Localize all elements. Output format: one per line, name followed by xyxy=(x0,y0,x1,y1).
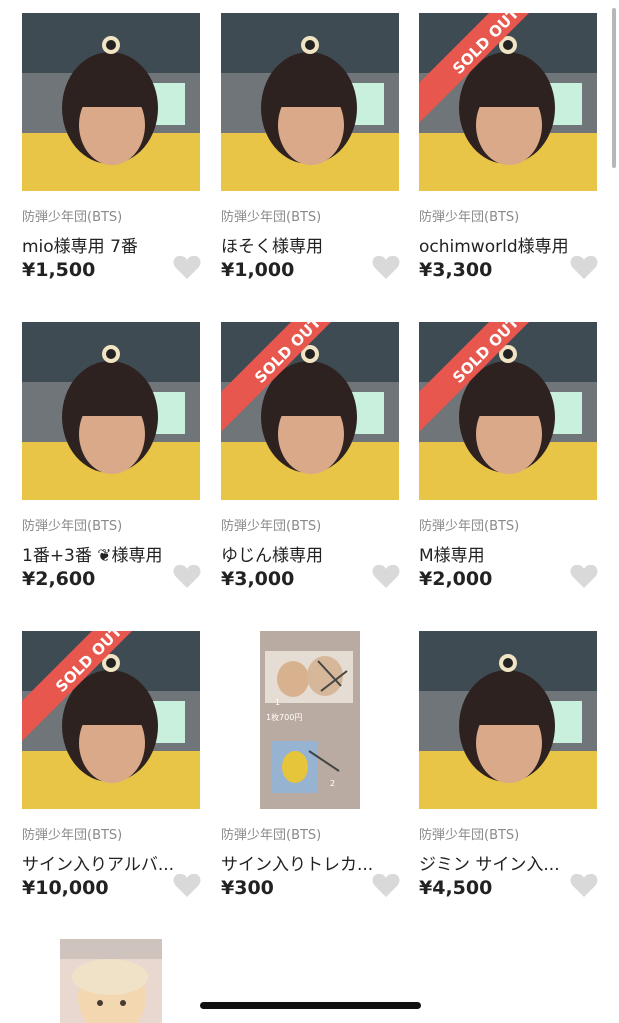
photocard-photo: 1 1枚700円 2 xyxy=(221,631,399,809)
product-photo xyxy=(22,631,200,809)
heart-outline-icon[interactable] xyxy=(172,253,202,281)
product-price: ¥300 xyxy=(221,877,274,899)
product-card[interactable]: SOLD OUT 防弾少年団(BTS) ほそく様専用 ¥1,000 xyxy=(199,0,400,300)
product-thumbnail[interactable]: SOLD OUT xyxy=(221,13,399,191)
partial-next-product-thumbnail[interactable] xyxy=(60,939,162,1023)
product-brand: 防弾少年団(BTS) xyxy=(419,519,520,534)
product-thumbnail[interactable]: SOLD OUT xyxy=(419,631,597,809)
photocard-number-1: 1 xyxy=(275,698,280,707)
heart-outline-icon[interactable] xyxy=(569,562,599,590)
product-photo xyxy=(22,322,200,500)
scrollbar[interactable] xyxy=(612,8,616,168)
product-brand: 防弾少年団(BTS) xyxy=(221,519,322,534)
photocard-number-2: 2 xyxy=(330,779,335,788)
photocard-price-note: 1枚700円 xyxy=(266,712,302,722)
heart-outline-icon[interactable] xyxy=(172,871,202,899)
product-brand: 防弾少年団(BTS) xyxy=(22,519,123,534)
product-thumbnail[interactable]: SOLD OUT xyxy=(419,322,597,500)
home-indicator[interactable] xyxy=(200,1002,421,1009)
product-brand: 防弾少年団(BTS) xyxy=(22,828,123,843)
product-brand: 防弾少年団(BTS) xyxy=(419,828,520,843)
product-thumbnail[interactable]: 1 1枚700円 2 xyxy=(221,631,399,809)
product-price: ¥1,500 xyxy=(22,259,96,281)
product-price: ¥1,000 xyxy=(221,259,295,281)
heart-outline-icon[interactable] xyxy=(172,562,202,590)
product-card[interactable]: SOLD OUT 防弾少年団(BTS) ochimworld様専用 ¥3,300 xyxy=(397,0,599,300)
product-card[interactable]: 1 1枚700円 2 防弾少年団(BTS) サイン入りトレカ... ¥300 xyxy=(199,618,400,918)
product-price: ¥2,000 xyxy=(419,568,493,590)
product-brand: 防弾少年団(BTS) xyxy=(221,210,322,225)
product-thumbnail[interactable]: SOLD OUT xyxy=(22,631,200,809)
product-brand: 防弾少年団(BTS) xyxy=(22,210,123,225)
product-grid: SOLD OUT 防弾少年団(BTS) mio様専用 7番 ¥1,500 xyxy=(0,0,619,1023)
product-photo xyxy=(221,322,399,500)
product-price: ¥2,600 xyxy=(22,568,96,590)
product-brand: 防弾少年団(BTS) xyxy=(221,828,322,843)
product-card[interactable]: SOLD OUT 防弾少年団(BTS) 1番+3番 ❦様専用 ¥2,600 xyxy=(0,309,202,609)
product-price: ¥3,000 xyxy=(221,568,295,590)
product-thumbnail[interactable]: SOLD OUT xyxy=(22,13,200,191)
product-thumbnail[interactable]: SOLD OUT xyxy=(419,13,597,191)
product-photo xyxy=(221,13,399,191)
product-card[interactable]: SOLD OUT 防弾少年団(BTS) mio様専用 7番 ¥1,500 xyxy=(0,0,202,300)
product-card[interactable]: SOLD OUT 防弾少年団(BTS) ジミン サイン入... ¥4,500 xyxy=(397,618,599,918)
product-card[interactable]: SOLD OUT 防弾少年団(BTS) ゆじん様専用 ¥3,000 xyxy=(199,309,400,609)
product-photo xyxy=(22,13,200,191)
product-photo xyxy=(419,13,597,191)
product-card[interactable]: SOLD OUT 防弾少年団(BTS) サイン入りアルバ... ¥10,000 xyxy=(0,618,202,918)
product-price: ¥3,300 xyxy=(419,259,493,281)
partial-photo xyxy=(60,939,162,1023)
product-thumbnail[interactable]: SOLD OUT xyxy=(221,322,399,500)
product-card[interactable]: SOLD OUT 防弾少年団(BTS) M様専用 ¥2,000 xyxy=(397,309,599,609)
product-photo xyxy=(419,631,597,809)
product-thumbnail[interactable]: SOLD OUT xyxy=(22,322,200,500)
heart-outline-icon[interactable] xyxy=(569,871,599,899)
product-price: ¥10,000 xyxy=(22,877,109,899)
product-photo xyxy=(419,322,597,500)
product-brand: 防弾少年団(BTS) xyxy=(419,210,520,225)
product-price: ¥4,500 xyxy=(419,877,493,899)
heart-outline-icon[interactable] xyxy=(569,253,599,281)
